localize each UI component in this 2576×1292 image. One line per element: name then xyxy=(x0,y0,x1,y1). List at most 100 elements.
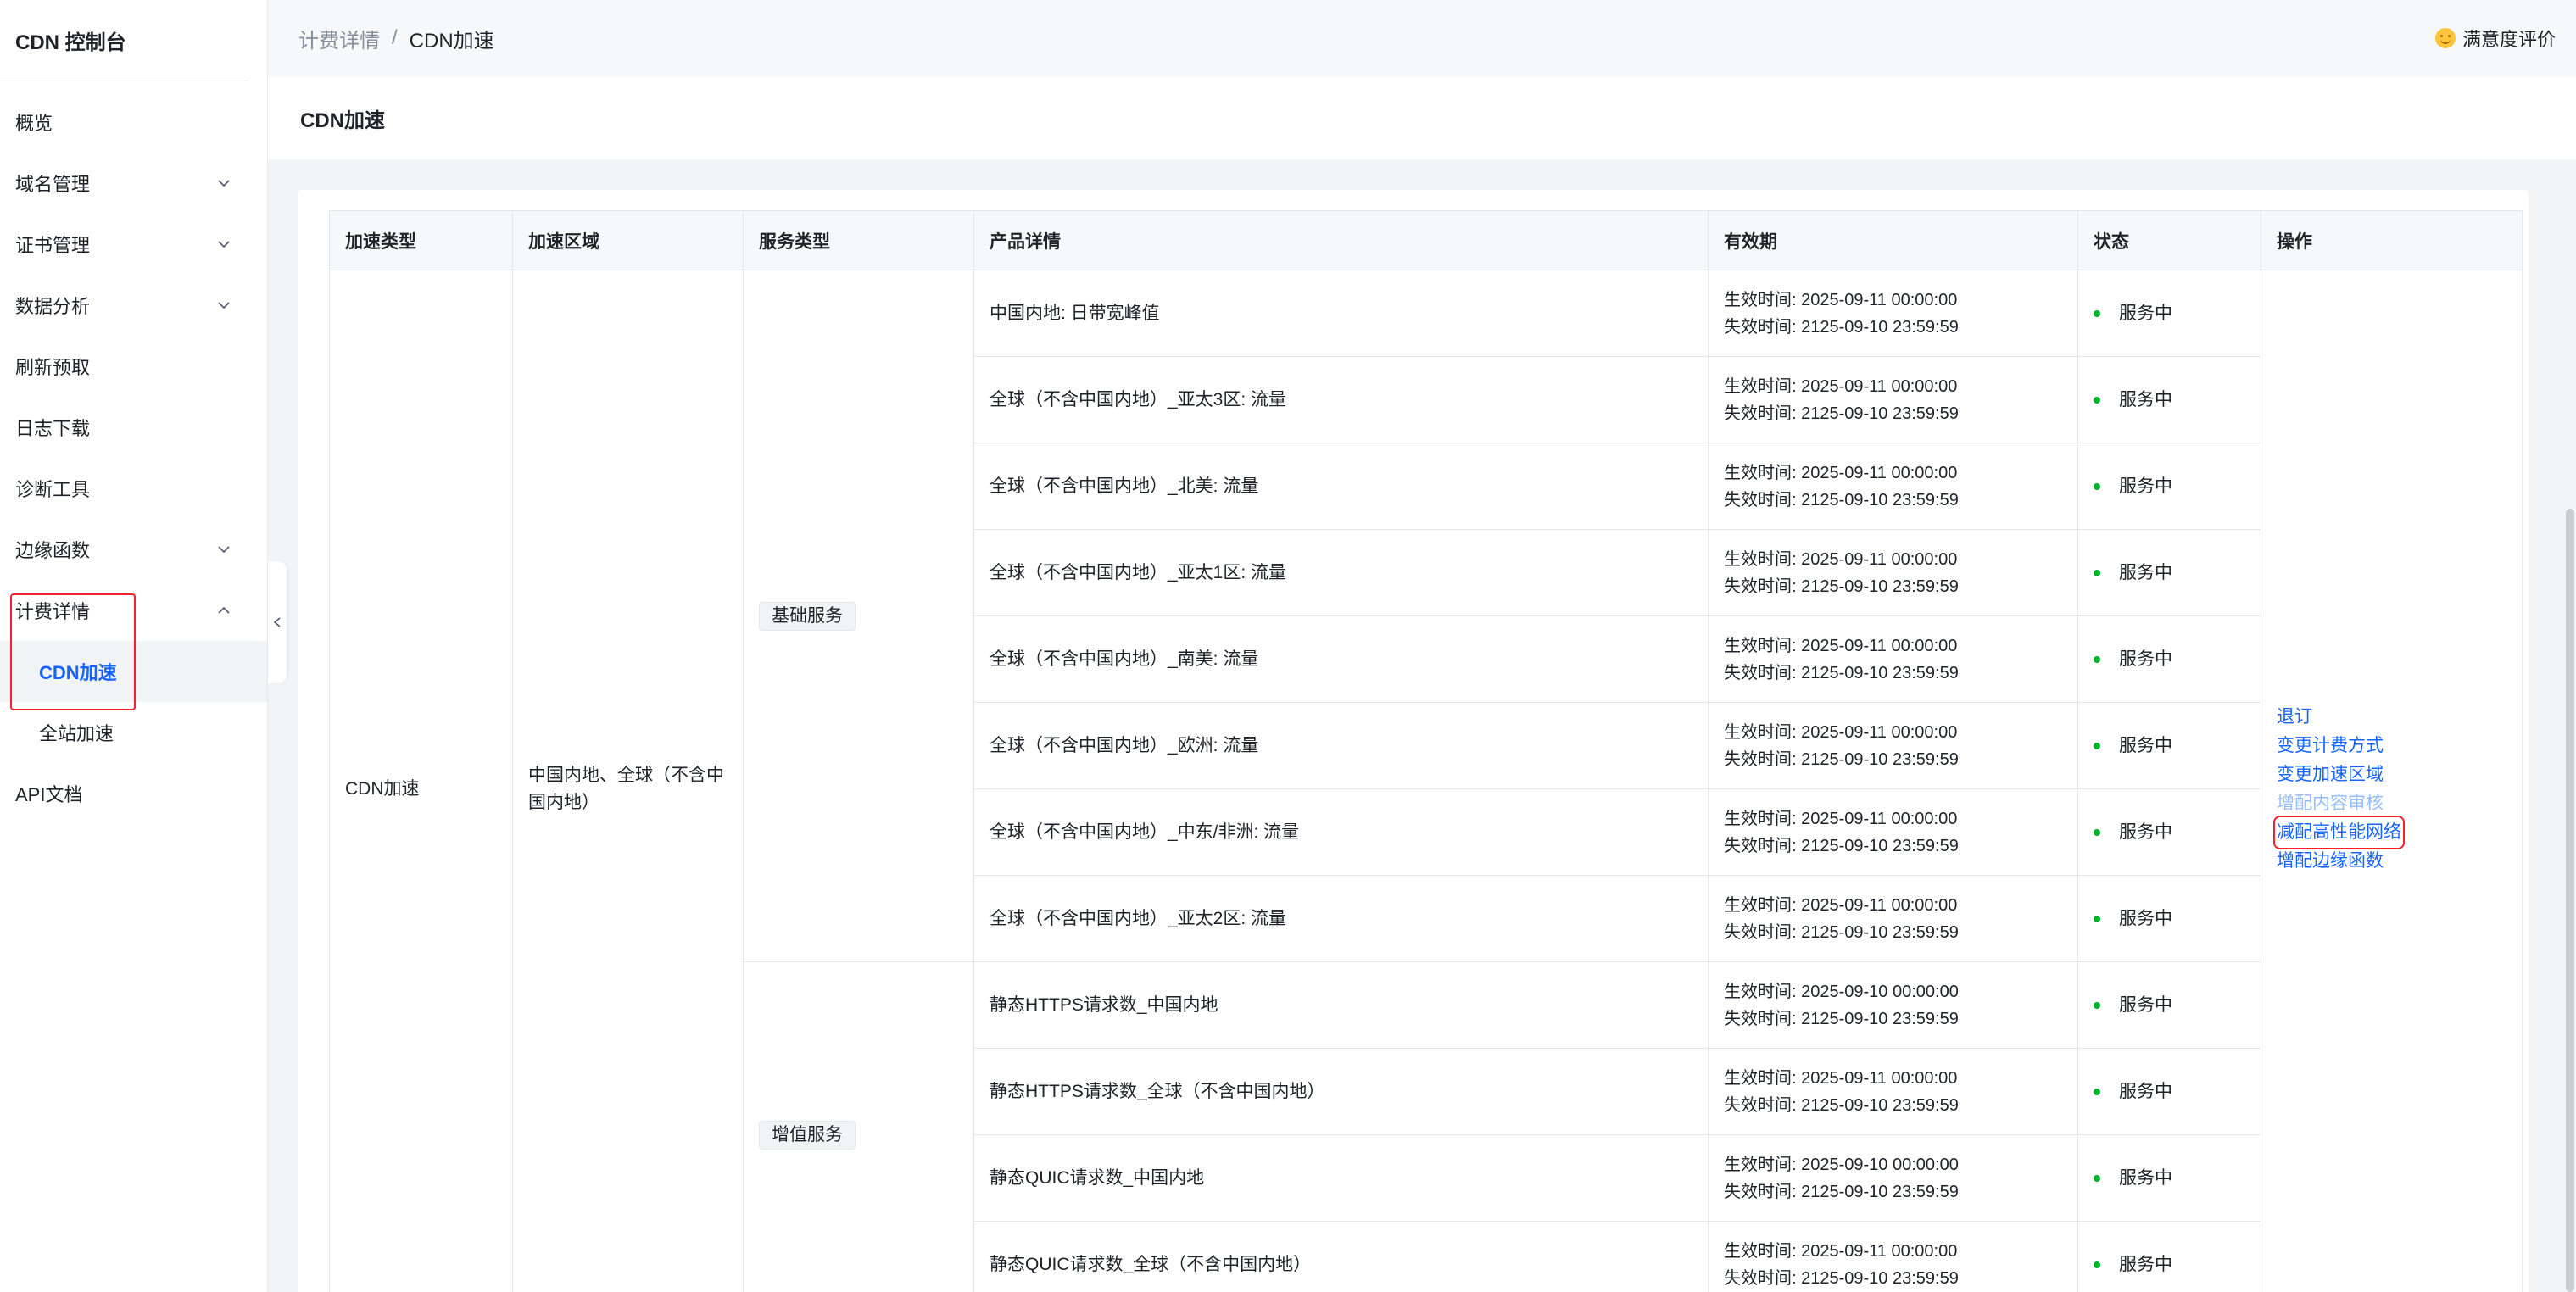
service-tag: 增值服务 xyxy=(759,1120,856,1150)
service-type-cell: 增值服务 xyxy=(743,961,974,1292)
column-header: 状态 xyxy=(2077,210,2261,270)
start-time: 生效时间: 2025-09-11 00:00:00 xyxy=(1724,549,1958,569)
sidebar-item-label: 日志下载 xyxy=(15,418,91,439)
sidebar-item-log-download[interactable]: 日志下载 xyxy=(0,397,267,458)
add-edge-function-link[interactable]: 增配边缘函数 xyxy=(2277,848,2506,875)
status-cell: 服务中 xyxy=(2077,1048,2261,1135)
accel-type-cell: CDN加速 xyxy=(329,270,513,1292)
status-dot xyxy=(2094,396,2100,404)
chevron-down-icon xyxy=(216,237,231,252)
sidebar-item-edge-functions[interactable]: 边缘函数 xyxy=(0,519,267,580)
end-time: 失效时间: 2125-09-10 23:59:59 xyxy=(1724,922,1959,942)
sidebar-item-diagnostics[interactable]: 诊断工具 xyxy=(0,458,267,519)
validity-cell: 生效时间: 2025-09-11 00:00:00 失效时间: 2125-09-1… xyxy=(1708,356,2078,443)
end-time: 失效时间: 2125-09-10 23:59:59 xyxy=(1724,490,1959,510)
sidebar-item-billing[interactable]: 计费详情 xyxy=(0,580,267,641)
status-cell: 服务中 xyxy=(2077,1221,2261,1292)
sidebar-item-label: API文档 xyxy=(15,784,83,805)
status-dot xyxy=(2094,482,2100,490)
sidebar-subitem-full-site-acceleration[interactable]: 全站加速 xyxy=(0,702,267,763)
validity-cell: 生效时间: 2025-09-11 00:00:00 失效时间: 2125-09-1… xyxy=(1708,702,2078,789)
chevron-left-icon xyxy=(273,617,281,627)
status-dot xyxy=(2094,742,2100,749)
breadcrumb-separator: / xyxy=(392,26,398,49)
status-dot xyxy=(2094,655,2100,663)
validity-cell: 生效时间: 2025-09-11 00:00:00 失效时间: 2125-09-1… xyxy=(1708,443,2078,530)
product-cell: 全球（不含中国内地）_欧洲: 流量 xyxy=(973,702,1709,789)
column-header: 操作 xyxy=(2261,210,2523,270)
column-header: 服务类型 xyxy=(743,210,974,270)
change-billing-method-link[interactable]: 变更计费方式 xyxy=(2277,732,2506,760)
feedback-button[interactable]: 满意度评价 xyxy=(2434,25,2556,52)
start-time: 生效时间: 2025-09-11 00:00:00 xyxy=(1724,1241,1958,1261)
sidebar-item-api-docs[interactable]: API文档 xyxy=(0,763,267,824)
reduce-high-performance-network-link[interactable]: 减配高性能网络 xyxy=(2273,815,2405,849)
billing-card: 加速类型 加速区域 服务类型 产品详情 有效期 状态 操作 CDN加速 中国内地… xyxy=(298,190,2529,1292)
change-region-link[interactable]: 变更加速区域 xyxy=(2277,761,2506,788)
status-dot xyxy=(2094,1261,2100,1268)
sidebar: CDN 控制台 概览 域名管理 证书管理 数据分析 刷新预取 日志下载 诊断工具… xyxy=(0,0,268,1292)
sidebar-item-domains[interactable]: 域名管理 xyxy=(0,153,267,214)
product-cell: 静态HTTPS请求数_全球（不含中国内地） xyxy=(973,1048,1709,1135)
product-cell: 全球（不含中国内地）_亚太1区: 流量 xyxy=(973,529,1709,616)
status-dot xyxy=(2094,1174,2100,1182)
product-cell: 静态QUIC请求数_中国内地 xyxy=(973,1134,1709,1222)
product-cell: 中国内地: 日带宽峰值 xyxy=(973,270,1709,357)
status-text: 服务中 xyxy=(2119,735,2172,755)
product-cell: 全球（不含中国内地）_北美: 流量 xyxy=(973,443,1709,530)
sidebar-item-label: 概览 xyxy=(15,113,53,134)
validity-cell: 生效时间: 2025-09-11 00:00:00 失效时间: 2125-09-1… xyxy=(1708,875,2078,962)
billing-table: 加速类型 加速区域 服务类型 产品详情 有效期 状态 操作 CDN加速 中国内地… xyxy=(329,210,2523,1292)
status-text: 服务中 xyxy=(2119,1081,2172,1101)
status-cell: 服务中 xyxy=(2077,443,2261,530)
start-time: 生效时间: 2025-09-11 00:00:00 xyxy=(1724,1068,1958,1088)
sidebar-item-label: 域名管理 xyxy=(15,174,91,195)
status-text: 服务中 xyxy=(2119,821,2172,842)
column-header: 有效期 xyxy=(1708,210,2078,270)
product-cell: 全球（不含中国内地）_亚太2区: 流量 xyxy=(973,875,1709,962)
status-cell: 服务中 xyxy=(2077,529,2261,616)
status-dot xyxy=(2094,828,2100,836)
breadcrumb-parent[interactable]: 计费详情 xyxy=(298,24,380,53)
breadcrumb-current: CDN加速 xyxy=(409,29,494,53)
validity-cell: 生效时间: 2025-09-10 00:00:00 失效时间: 2125-09-1… xyxy=(1708,961,2078,1049)
end-time: 失效时间: 2125-09-10 23:59:59 xyxy=(1724,1009,1959,1028)
validity-cell: 生效时间: 2025-09-11 00:00:00 失效时间: 2125-09-1… xyxy=(1708,1048,2078,1135)
sidebar-item-certificates[interactable]: 证书管理 xyxy=(0,214,267,275)
status-cell: 服务中 xyxy=(2077,615,2261,703)
chevron-down-icon xyxy=(216,542,231,557)
validity-cell: 生效时间: 2025-09-11 00:00:00 失效时间: 2125-09-1… xyxy=(1708,1221,2078,1292)
end-time: 失效时间: 2125-09-10 23:59:59 xyxy=(1724,576,1959,596)
product-cell: 全球（不含中国内地）_中东/非洲: 流量 xyxy=(973,788,1709,876)
status-cell: 服务中 xyxy=(2077,356,2261,443)
service-type-cell: 基础服务 xyxy=(743,270,974,962)
sidebar-collapse-button[interactable] xyxy=(268,561,287,683)
actions-cell: 退订 变更计费方式 变更加速区域 增配内容审核 减配高性能网络 增配边缘函数 xyxy=(2261,270,2523,1292)
status-text: 服务中 xyxy=(2119,1167,2172,1188)
column-header: 产品详情 xyxy=(973,210,1709,270)
sidebar-nav: 概览 域名管理 证书管理 数据分析 刷新预取 日志下载 诊断工具 边缘函数 计费… xyxy=(0,81,267,824)
chevron-down-icon xyxy=(216,298,231,313)
end-time: 失效时间: 2125-09-10 23:59:59 xyxy=(1724,404,1959,423)
page-scrollbar[interactable] xyxy=(2566,509,2574,1292)
validity-cell: 生效时间: 2025-09-11 00:00:00 失效时间: 2125-09-1… xyxy=(1708,788,2078,876)
sidebar-item-overview[interactable]: 概览 xyxy=(0,92,267,153)
sidebar-item-refresh-prefetch[interactable]: 刷新预取 xyxy=(0,336,267,397)
product-cell: 静态QUIC请求数_全球（不含中国内地） xyxy=(973,1221,1709,1292)
end-time: 失效时间: 2125-09-10 23:59:59 xyxy=(1724,1095,1959,1115)
actions-list: 退订 变更计费方式 变更加速区域 增配内容审核 减配高性能网络 增配边缘函数 xyxy=(2273,704,2506,875)
status-cell: 服务中 xyxy=(2077,270,2261,357)
smile-icon xyxy=(2434,28,2456,48)
breadcrumb: 计费详情 / CDN加速 xyxy=(298,24,494,53)
sidebar-item-analytics[interactable]: 数据分析 xyxy=(0,275,267,336)
end-time: 失效时间: 2125-09-10 23:59:59 xyxy=(1724,1182,1959,1201)
add-content-review-link: 增配内容审核 xyxy=(2277,793,2384,813)
status-dot xyxy=(2094,569,2100,576)
product-cell: 全球（不含中国内地）_南美: 流量 xyxy=(973,615,1709,703)
sidebar-subitem-cdn-acceleration[interactable]: CDN加速 xyxy=(0,641,267,702)
validity-cell: 生效时间: 2025-09-11 00:00:00 失效时间: 2125-09-1… xyxy=(1708,615,2078,703)
table-header-row: 加速类型 加速区域 服务类型 产品详情 有效期 状态 操作 xyxy=(329,210,2523,270)
start-time: 生效时间: 2025-09-11 00:00:00 xyxy=(1724,722,1958,742)
status-dot xyxy=(2094,1001,2100,1009)
unsubscribe-link[interactable]: 退订 xyxy=(2277,704,2506,731)
